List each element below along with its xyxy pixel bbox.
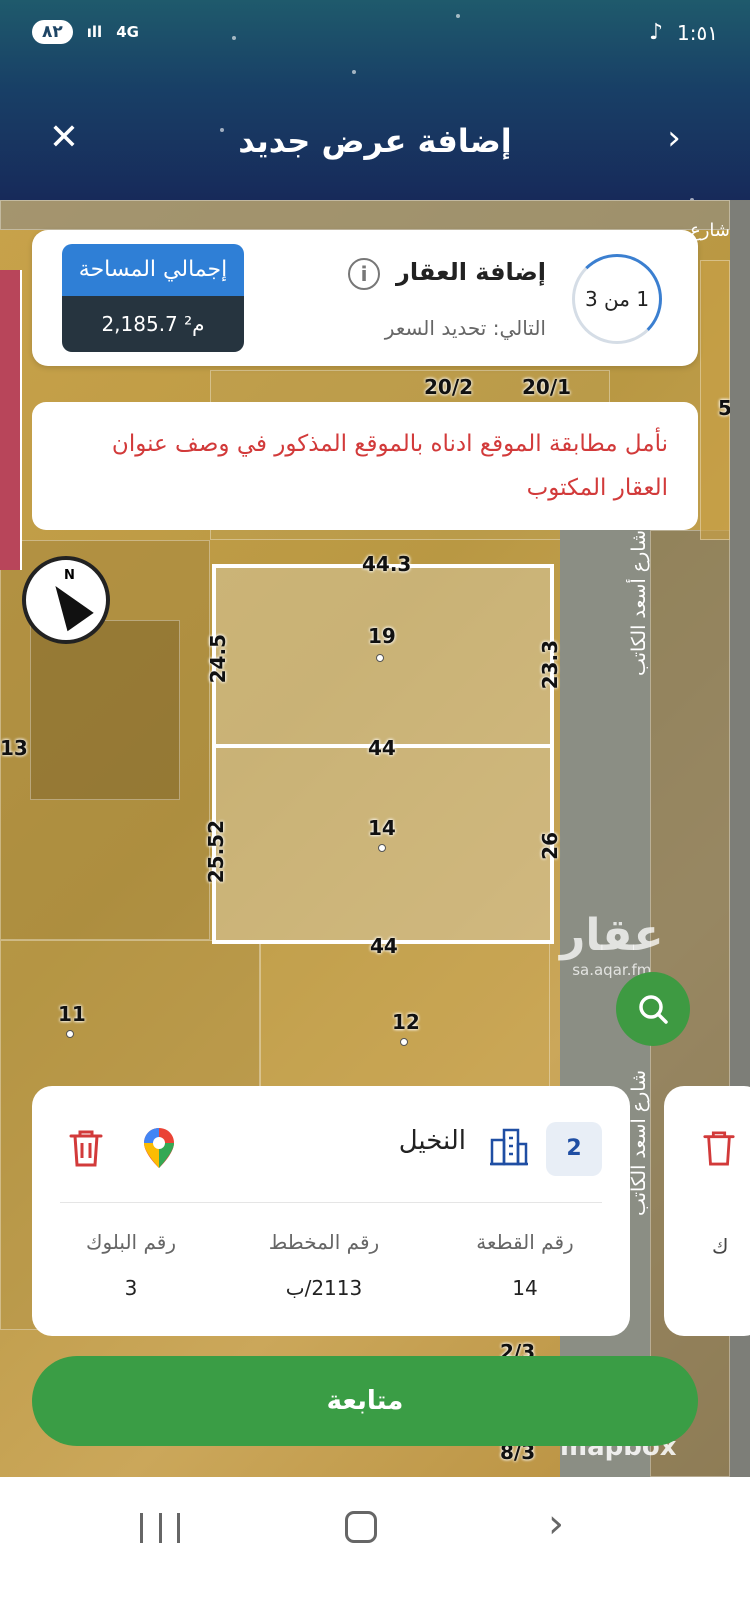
info-icon[interactable]: i <box>348 258 380 290</box>
map-block <box>0 200 730 230</box>
status-bar-left: ٨٢ ıll 4G <box>32 20 139 44</box>
map-label: 26 <box>538 832 562 860</box>
plan-number-value: 2113/ب <box>285 1276 363 1300</box>
map-label: 23.3 <box>538 640 562 690</box>
chevron-right-icon[interactable]: › <box>654 118 694 158</box>
map-label: 25.52 <box>204 820 228 884</box>
plot-number-label: رقم القطعة <box>476 1230 574 1254</box>
map-search-button[interactable] <box>616 972 690 1046</box>
next-parcel-card[interactable]: ك <box>664 1086 750 1336</box>
map-label: 44 <box>370 934 398 958</box>
network-type: 4G <box>116 23 139 41</box>
continue-button[interactable]: متابعة <box>32 1356 698 1446</box>
recents-icon[interactable] <box>140 1513 180 1543</box>
compass-arrow-icon <box>42 576 94 632</box>
map-label: 13 <box>0 736 28 760</box>
page-title: إضافة عرض جديد <box>238 122 512 160</box>
plot-number-value: 14 <box>512 1276 538 1300</box>
system-nav-bar: › <box>0 1477 750 1610</box>
plan-number-column: رقم المخطط 2113/ب <box>254 1230 394 1300</box>
plan-number-label: رقم المخطط <box>268 1230 380 1254</box>
home-icon[interactable] <box>345 1511 377 1543</box>
district-name: النخيل <box>398 1126 466 1156</box>
street-label: شارع أسعد الكاتب <box>628 1070 650 1216</box>
trash-icon[interactable] <box>68 1128 104 1168</box>
map-label: 44 <box>368 736 396 760</box>
next-step-label: التالي: تحديد السعر <box>384 316 546 340</box>
step-progress: 1 من 3 <box>572 254 662 344</box>
parcel-count-badge: 2 <box>546 1122 602 1176</box>
map-label: 11 <box>58 1002 86 1026</box>
google-maps-icon[interactable] <box>142 1126 176 1170</box>
building-icon <box>490 1128 528 1166</box>
watermark: عقار sa.aqar.fm <box>560 910 664 979</box>
map-label: 5 <box>718 396 730 420</box>
map-label: 14 <box>368 816 396 840</box>
parcel-marker <box>400 1038 408 1046</box>
block-number-label: رقم البلوك <box>85 1230 176 1254</box>
peek-label: ك <box>712 1234 729 1258</box>
parcel-marker <box>66 1030 74 1038</box>
battery-indicator: ٨٢ <box>32 20 73 44</box>
total-area-label: إجمالي المساحة <box>62 244 244 296</box>
map-label: 20/1 <box>522 375 572 399</box>
compass-icon[interactable]: N <box>22 556 110 644</box>
close-icon[interactable]: ✕ <box>44 118 84 158</box>
plot-number-column: رقم القطعة 14 <box>460 1230 590 1300</box>
watermark-logo: عقار <box>560 910 664 961</box>
parcel-marker <box>376 654 384 662</box>
map-label: 44.3 <box>362 552 412 576</box>
map-label: 19 <box>368 624 396 648</box>
highlighted-block <box>0 270 22 570</box>
total-area-box: إجمالي المساحة 2,185.7 م² <box>62 244 244 352</box>
map-label: 24.5 <box>206 634 230 684</box>
step-title: إضافة العقار <box>396 258 546 286</box>
step-card: 1 من 3 إضافة العقار i التالي: تحديد السع… <box>32 230 698 366</box>
map-label: 12 <box>392 1010 420 1034</box>
app-header: ٨٢ ıll 4G ♪ 1:٥١ ✕ إضافة عرض جديد › <box>0 0 750 200</box>
trash-icon[interactable] <box>702 1128 736 1168</box>
tiktok-icon: ♪ <box>649 20 664 45</box>
search-icon <box>639 995 668 1024</box>
map-block <box>30 620 180 800</box>
total-area-value: 2,185.7 م² <box>62 296 244 352</box>
block-number-column: رقم البلوك 3 <box>76 1230 186 1300</box>
back-icon[interactable]: › <box>548 1501 564 1547</box>
block-number-value: 3 <box>124 1276 138 1300</box>
parcel-card[interactable]: 2 النخيل رقم القطعة 14 رقم المخطط 2113/ب… <box>32 1086 630 1336</box>
street-label: شارع أسعد الكاتب <box>628 530 650 676</box>
parcel-marker <box>378 844 386 852</box>
map-label: 20/2 <box>424 375 474 399</box>
status-bar-right: ♪ 1:٥١ <box>649 20 718 45</box>
signal-icon: ıll <box>86 23 103 41</box>
location-warning: نأمل مطابقة الموقع ادناه بالموقع المذكور… <box>32 402 698 530</box>
clock: 1:٥١ <box>677 20 718 45</box>
card-divider <box>60 1202 602 1203</box>
